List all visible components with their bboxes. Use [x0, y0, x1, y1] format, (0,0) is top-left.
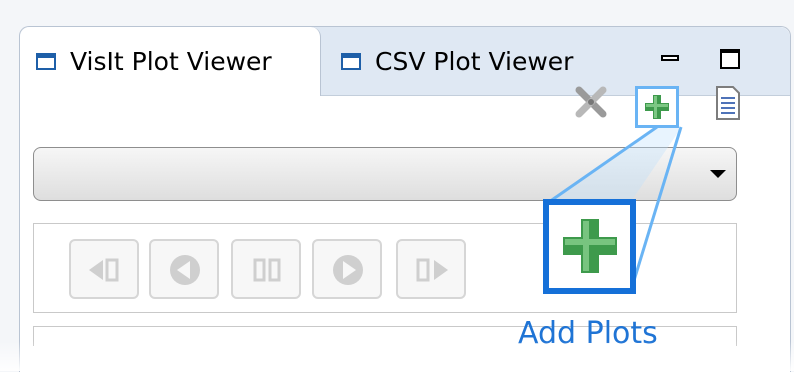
callout-connector [548, 125, 683, 288]
add-plot-zoom-callout [543, 199, 636, 294]
add-plot-icon [563, 219, 617, 273]
callout-label: Add Plots [518, 316, 658, 351]
